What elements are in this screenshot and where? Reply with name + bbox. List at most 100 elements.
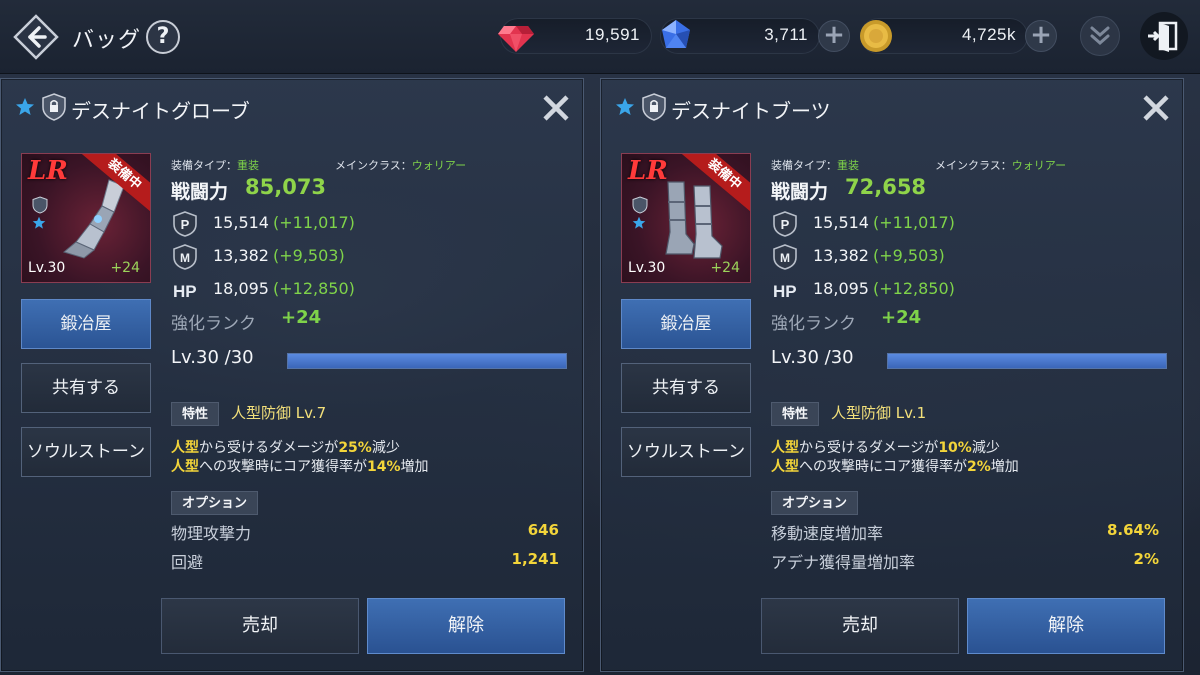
lock-shield-icon[interactable]: [41, 93, 67, 121]
trait-tag: 特性: [171, 402, 220, 426]
add-blue-gem-button[interactable]: +: [818, 20, 850, 52]
magic-defense-icon: M: [173, 244, 197, 270]
gold-coin-icon: [860, 20, 892, 52]
stat-base: 18,095: [213, 279, 269, 298]
item-card[interactable]: LR 装備中 Lv.30 +24: [621, 153, 751, 283]
unequip-button[interactable]: 解除: [967, 598, 1165, 654]
share-button[interactable]: 共有する: [621, 363, 751, 413]
stat-bonus: (+9,503): [272, 246, 345, 265]
option-label: 物理攻撃力: [171, 524, 252, 543]
sell-button[interactable]: 売却: [161, 598, 359, 654]
level-progress-bar: [887, 353, 1167, 369]
enhance-rank-label: 強化ランク: [171, 314, 256, 334]
trait-description-1: 人型から受けるダメージが25%減少: [171, 437, 400, 457]
trait-highlight: 25%: [338, 440, 372, 456]
svg-text:HP: HP: [173, 282, 197, 301]
trait-highlight: 人型: [771, 459, 799, 475]
blacksmith-button[interactable]: 鍛冶屋: [621, 299, 751, 349]
combat-power-label: 戦闘力: [771, 181, 829, 203]
enhance-rank-value: +24: [881, 307, 922, 328]
panel-header: デスナイトブーツ: [601, 79, 1183, 137]
trait-text: への攻撃時にコア獲得率が: [799, 459, 967, 475]
lock-shield-icon[interactable]: [641, 93, 667, 121]
trait-name: 人型防御 Lv.1: [831, 404, 927, 422]
option-label: 回避: [171, 553, 204, 572]
trait-text: から受けるダメージが: [799, 440, 939, 456]
stat-bonus: (+12,850): [272, 279, 355, 298]
svg-text:P: P: [781, 217, 790, 232]
stat-value: 18,095 (+12,850): [213, 279, 355, 298]
stat-bonus: (+11,017): [872, 213, 955, 232]
equip-type-label: 装備タイプ：: [171, 159, 237, 172]
collapse-button[interactable]: [1080, 16, 1120, 56]
stat-value: 18,095 (+12,850): [813, 279, 955, 298]
svg-text:P: P: [181, 217, 190, 232]
option-row: 回避 1,241: [171, 549, 559, 575]
option-row: 移動速度増加率 8.64%: [771, 520, 1159, 546]
item-panel-boots: デスナイトブーツ LR 装備中 Lv.30 +24 鍛冶屋 共有する ソウルスト…: [600, 78, 1184, 672]
close-icon[interactable]: [1139, 91, 1173, 125]
favorite-star-icon[interactable]: [15, 97, 35, 117]
page-title: バッグ: [72, 28, 142, 53]
soulstone-button[interactable]: ソウルストーン: [621, 427, 751, 477]
trait-text: から受けるダメージが: [199, 440, 339, 456]
combat-power-label: 戦闘力: [171, 181, 229, 203]
stat-base: 13,382: [213, 246, 269, 265]
main-class-value: ウォリアー: [411, 159, 467, 172]
svg-text:M: M: [780, 251, 790, 265]
trait-tag: 特性: [771, 402, 820, 426]
sell-button[interactable]: 売却: [761, 598, 959, 654]
option-label: アデナ獲得量増加率: [771, 553, 916, 572]
help-button[interactable]: ?: [146, 20, 180, 54]
card-enhance: +24: [710, 260, 740, 276]
level-text: Lv.30 /30: [171, 347, 254, 368]
physical-defense-icon: P: [173, 211, 197, 237]
add-gold-button[interactable]: +: [1025, 20, 1057, 52]
trait-highlight: 人型: [171, 459, 199, 475]
exit-button[interactable]: [1140, 12, 1188, 60]
trait-description-1: 人型から受けるダメージが10%減少: [771, 437, 1000, 457]
trait-highlight: 10%: [938, 440, 972, 456]
trait-description-2: 人型への攻撃時にコア獲得率が2%増加: [771, 456, 1019, 476]
main-class: メインクラス：ウォリアー: [335, 157, 466, 173]
magic-defense-icon: M: [773, 244, 797, 270]
svg-text:M: M: [180, 251, 190, 265]
equip-type: 装備タイプ：重装: [171, 157, 259, 173]
top-bar: バッグ ? 19,591 3,711 + 4,725k +: [0, 0, 1200, 74]
item-card[interactable]: LR 装備中 Lv.30 +24: [21, 153, 151, 283]
currency-gold: 4,725k: [860, 18, 1028, 54]
trait-text: 増加: [400, 459, 429, 475]
stat-base: 18,095: [813, 279, 869, 298]
enhance-rank-value: +24: [281, 307, 322, 328]
red-gem-icon: [498, 26, 534, 52]
stat-value: 13,382 (+9,503): [213, 246, 345, 265]
exit-door-icon: [1148, 21, 1178, 52]
stat-bonus: (+9,503): [872, 246, 945, 265]
equip-type-value: 重装: [237, 159, 259, 172]
equip-type-value: 重装: [837, 159, 859, 172]
equip-type: 装備タイプ：重装: [771, 157, 859, 173]
share-button[interactable]: 共有する: [21, 363, 151, 413]
hp-icon: HP: [173, 282, 197, 301]
option-row: 物理攻撃力 646: [171, 520, 559, 546]
currency-blue-gem: 3,711: [660, 18, 820, 54]
level-progress-bar: [287, 353, 567, 369]
trait-name: 人型防御 Lv.7: [231, 404, 327, 422]
back-button[interactable]: [12, 13, 60, 61]
hp-icon: HP: [773, 282, 797, 301]
stat-base: 15,514: [213, 213, 269, 232]
unequip-button[interactable]: 解除: [367, 598, 565, 654]
favorite-star-icon[interactable]: [615, 97, 635, 117]
level-text: Lv.30 /30: [771, 347, 854, 368]
level-progress-fill: [288, 354, 566, 368]
card-enhance: +24: [110, 260, 140, 276]
trait-text: 減少: [971, 440, 1000, 456]
red-gem-amount: 19,591: [585, 25, 640, 44]
soulstone-button[interactable]: ソウルストーン: [21, 427, 151, 477]
close-icon[interactable]: [539, 91, 573, 125]
blacksmith-button[interactable]: 鍛冶屋: [21, 299, 151, 349]
double-chevron-down-icon: [1090, 26, 1110, 45]
item-panel-gloves: デスナイトグローブ LR 装備中 Lv.30 +24 鍛冶屋 共有する ソウルス…: [0, 78, 584, 672]
trait-highlight: 14%: [367, 459, 401, 475]
card-star-icon: [632, 216, 646, 229]
